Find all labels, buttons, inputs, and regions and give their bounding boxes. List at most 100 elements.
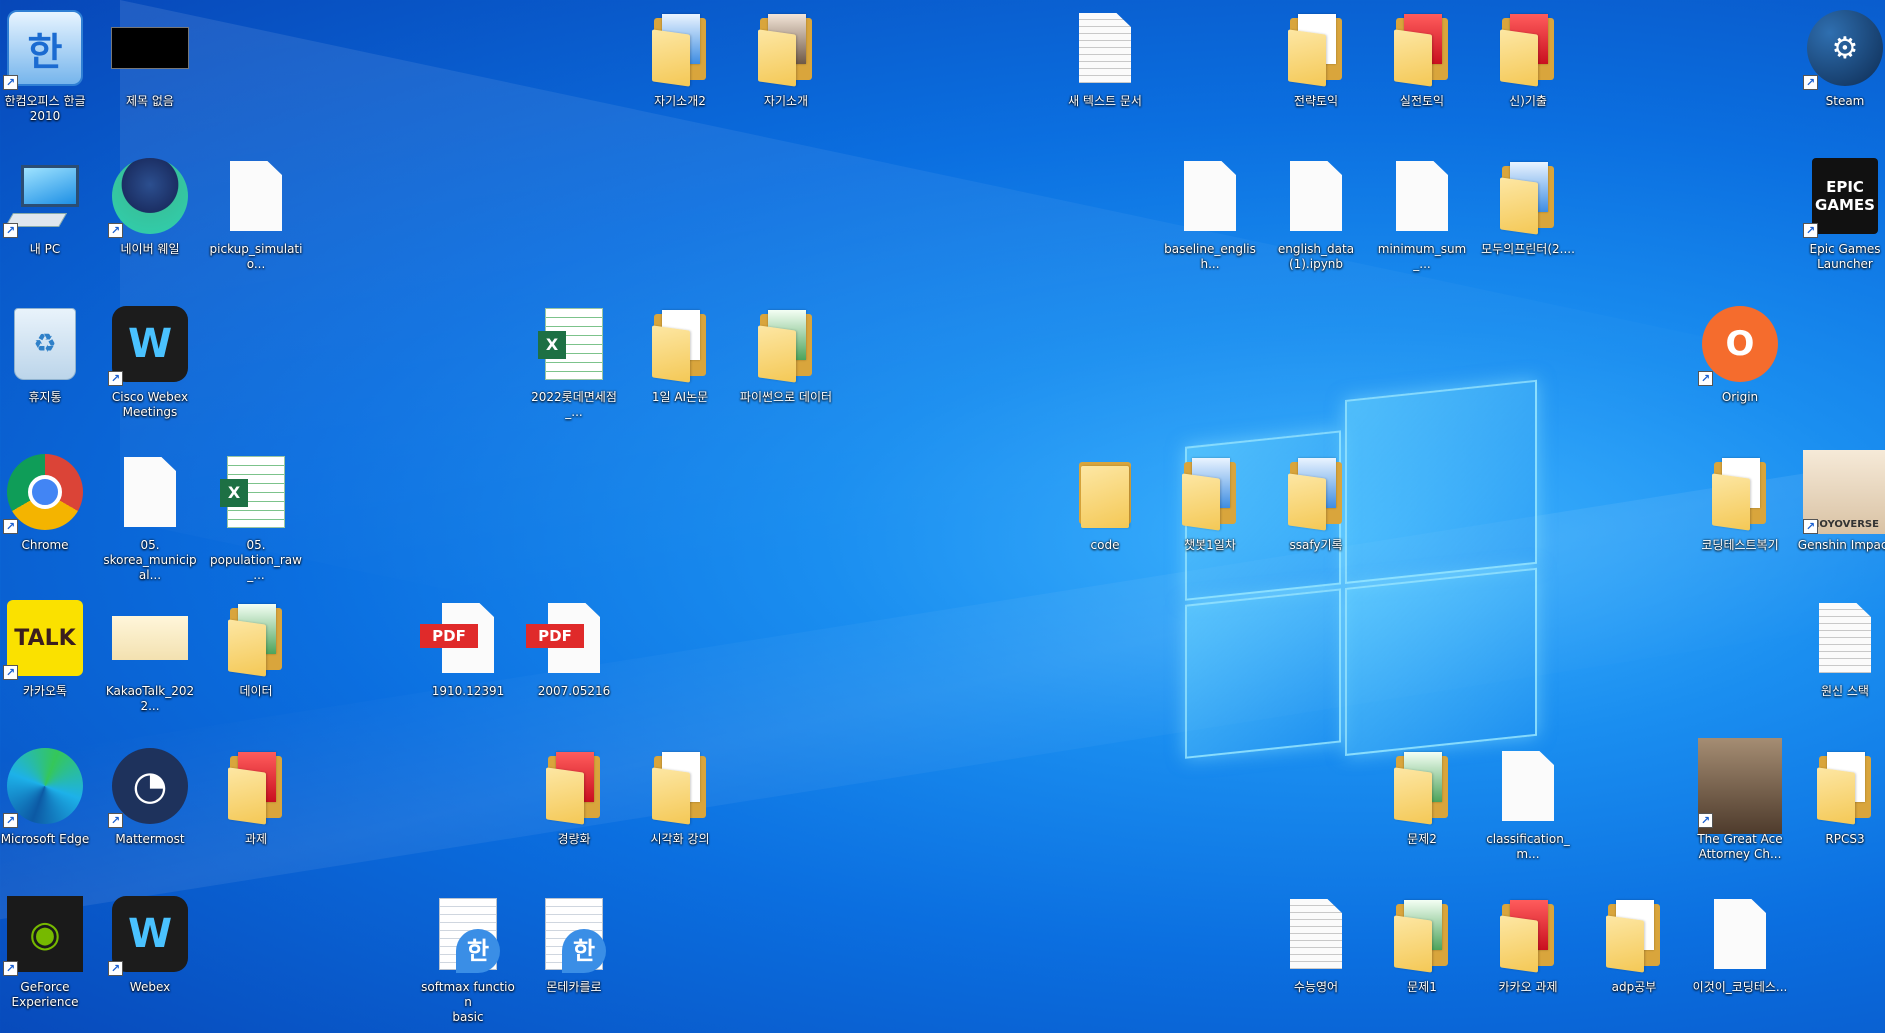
desktop-icon-minimum-sum[interactable]: minimum_sum_... xyxy=(1372,154,1472,272)
desktop-icon-problem1[interactable]: 문제1 xyxy=(1372,892,1472,995)
desktop-icon-coding-review[interactable]: 코딩테스트복기 xyxy=(1690,450,1790,553)
desktop-icon-lotte[interactable]: X 2022롯데면세점_... xyxy=(524,302,624,420)
desktop-icon-hancom[interactable]: 한 한컴오피스 한글 2010 xyxy=(0,6,95,124)
icon-label: 05. skorea_municipal... xyxy=(103,538,197,582)
icon-label: RPCS3 xyxy=(1825,832,1865,846)
desktop-icon-suneung[interactable]: 수능영어 xyxy=(1266,892,1366,995)
desktop-icon-softmax[interactable]: 한 softmax function basic xyxy=(418,892,518,1025)
icon-label: 문제2 xyxy=(1407,832,1437,846)
desktop-icon-selfintro2[interactable]: 자기소개2 xyxy=(630,6,730,109)
shortcut-arrow-icon xyxy=(108,813,123,828)
desktop-icon-webex[interactable]: W Webex xyxy=(100,892,200,995)
icon-label: 몬테카를로 xyxy=(546,980,602,994)
folder-icon xyxy=(650,750,710,825)
desktop-icon-wonsin[interactable]: 원신 스택 xyxy=(1795,596,1885,699)
desktop-icon-mattermost[interactable]: ◔ Mattermost xyxy=(100,744,200,847)
shortcut-arrow-icon xyxy=(1803,75,1818,90)
folder-icon xyxy=(1498,160,1558,235)
pdf-badge: PDF xyxy=(526,624,584,648)
desktop-icon-strategy-toeic[interactable]: 전략토익 xyxy=(1266,6,1366,109)
desktop-icon-code[interactable]: code xyxy=(1055,450,1155,553)
desktop-icon-pickup[interactable]: pickup_simulatio... xyxy=(206,154,306,272)
desktop-icon-english-data[interactable]: english_data (1).ipynb xyxy=(1266,154,1366,272)
folder-icon xyxy=(1498,12,1558,87)
icon-label: 새 텍스트 문서 xyxy=(1068,94,1142,108)
desktop-icon-recycle-bin[interactable]: ♻ 휴지통 xyxy=(0,302,95,405)
desktop-icon-webex-meetings[interactable]: W Cisco Webex Meetings xyxy=(100,302,200,420)
desktop-icon-printer[interactable]: 모두의프린터(2.... xyxy=(1478,154,1578,257)
desktop-icon-geforce[interactable]: ◉ GeForce Experience xyxy=(0,892,95,1010)
icon-label: adp공부 xyxy=(1611,980,1657,994)
icon-label: 자기소개2 xyxy=(654,94,706,108)
icon-label: 휴지통 xyxy=(28,390,62,404)
icon-label: Origin xyxy=(1721,390,1759,404)
icon-label: 한컴오피스 한글 2010 xyxy=(4,94,86,123)
desktop-icon-steam[interactable]: ⚙ Steam xyxy=(1795,6,1885,109)
nvidia-icon: ◉ xyxy=(7,896,83,972)
icon-label: 코딩테스트복기 xyxy=(1701,538,1779,552)
folder-icon xyxy=(1286,456,1346,531)
desktop-icon-kyungyang[interactable]: 경량화 xyxy=(524,744,624,847)
desktop-icon-origin[interactable]: O Origin xyxy=(1690,302,1790,405)
shortcut-arrow-icon xyxy=(1698,813,1713,828)
desktop-icon-chatbot[interactable]: 챗봇1일차 xyxy=(1160,450,1260,553)
text-file-icon xyxy=(1819,603,1871,673)
icon-label: Epic Games Launcher xyxy=(1809,242,1881,271)
desktop-icon-ace-attorney[interactable]: The Great Ace Attorney Ch... xyxy=(1690,738,1790,862)
desktop-icon-practice-toeic[interactable]: 실전토익 xyxy=(1372,6,1472,109)
desktop-icon-whale[interactable]: 네이버 웨일 xyxy=(100,154,200,257)
icon-label: pickup_simulatio... xyxy=(209,242,303,271)
hwp-file-icon: 한 xyxy=(439,898,500,973)
icon-label: 경량화 xyxy=(557,832,591,846)
desktop-icon-ai-paper[interactable]: 1일 AI논문 xyxy=(630,302,730,405)
desktop-icon-new-exam[interactable]: 신)기출 xyxy=(1478,6,1578,109)
desktop-icon-pdf-2007[interactable]: PDF 2007.05216 xyxy=(524,596,624,699)
desktop-icon-homework[interactable]: 과제 xyxy=(206,744,306,847)
icon-label: softmax function basic xyxy=(421,980,515,1024)
desktop-icon-population[interactable]: X 05. population_raw_... xyxy=(206,450,306,583)
desktop-icon-montecarlo[interactable]: 한 몬테카를로 xyxy=(524,892,624,995)
desktop-icon-classification[interactable]: classification_m... xyxy=(1478,744,1578,862)
blank-file-icon xyxy=(1502,751,1554,821)
desktop-icon-kakaotalk[interactable]: TALK 카카오톡 xyxy=(0,596,95,699)
desktop-icon-edge[interactable]: Microsoft Edge xyxy=(0,744,95,847)
whale-browser-icon xyxy=(112,158,188,234)
desktop-icon-my-pc[interactable]: 내 PC xyxy=(0,154,95,257)
desktop-icon-selfintro[interactable]: 자기소개 xyxy=(736,6,836,109)
desktop-icon-kakao-task[interactable]: 카카오 과제 xyxy=(1478,892,1578,995)
desktop-icon-pdf-1910[interactable]: PDF 1910.12391 xyxy=(418,596,518,699)
kakaotalk-icon: TALK xyxy=(7,600,83,676)
desktop-icon-this-coding[interactable]: 이것이_코딩테스... xyxy=(1690,892,1790,995)
folder-icon xyxy=(226,750,286,825)
desktop-icon-epic-games[interactable]: EPIC GAMES Epic Games Launcher xyxy=(1795,154,1885,272)
icon-label: 1910.12391 xyxy=(431,684,505,698)
blank-file-icon xyxy=(1714,899,1766,969)
icon-label: 1일 AI논문 xyxy=(651,390,709,404)
icon-label: 05. population_raw_... xyxy=(210,538,302,582)
icon-label: ssafy기록 xyxy=(1289,538,1343,552)
desktop-icon-skorea[interactable]: 05. skorea_municipal... xyxy=(100,450,200,583)
windows-logo xyxy=(1185,379,1537,769)
blank-file-icon xyxy=(124,457,176,527)
desktop-icon-visual[interactable]: 시각화 강의 xyxy=(630,744,730,847)
desktop-icon-genshin[interactable]: HOYOVERSE Genshin Impact xyxy=(1795,450,1885,553)
desktop-icon-untitled[interactable]: 제목 없음 xyxy=(100,6,200,109)
folder-icon xyxy=(1815,750,1875,825)
desktop-icon-baseline[interactable]: baseline_english... xyxy=(1160,154,1260,272)
desktop-icon-ssafy[interactable]: ssafy기록 xyxy=(1266,450,1366,553)
desktop-icon-adp[interactable]: adp공부 xyxy=(1584,892,1684,995)
icon-label: baseline_english... xyxy=(1164,242,1256,271)
icon-label: Mattermost xyxy=(115,832,185,846)
icon-label: 실전토익 xyxy=(1399,94,1445,108)
desktop-icon-new-text[interactable]: 새 텍스트 문서 xyxy=(1055,6,1155,109)
desktop-icon-python-data[interactable]: 파이썬으로 데이터 xyxy=(736,302,836,405)
folder-icon xyxy=(650,308,710,383)
origin-icon: O xyxy=(1702,306,1778,382)
icon-label: Steam xyxy=(1825,94,1865,108)
desktop-icon-rpcs3[interactable]: RPCS3 xyxy=(1795,744,1885,847)
desktop-icon-data-folder[interactable]: 데이터 xyxy=(206,596,306,699)
desktop-icon-problem2[interactable]: 문제2 xyxy=(1372,744,1472,847)
desktop-icon-kakao-image[interactable]: KakaoTalk_2022... xyxy=(100,596,200,714)
desktop-icon-chrome[interactable]: Chrome xyxy=(0,450,95,553)
shortcut-arrow-icon xyxy=(3,223,18,238)
